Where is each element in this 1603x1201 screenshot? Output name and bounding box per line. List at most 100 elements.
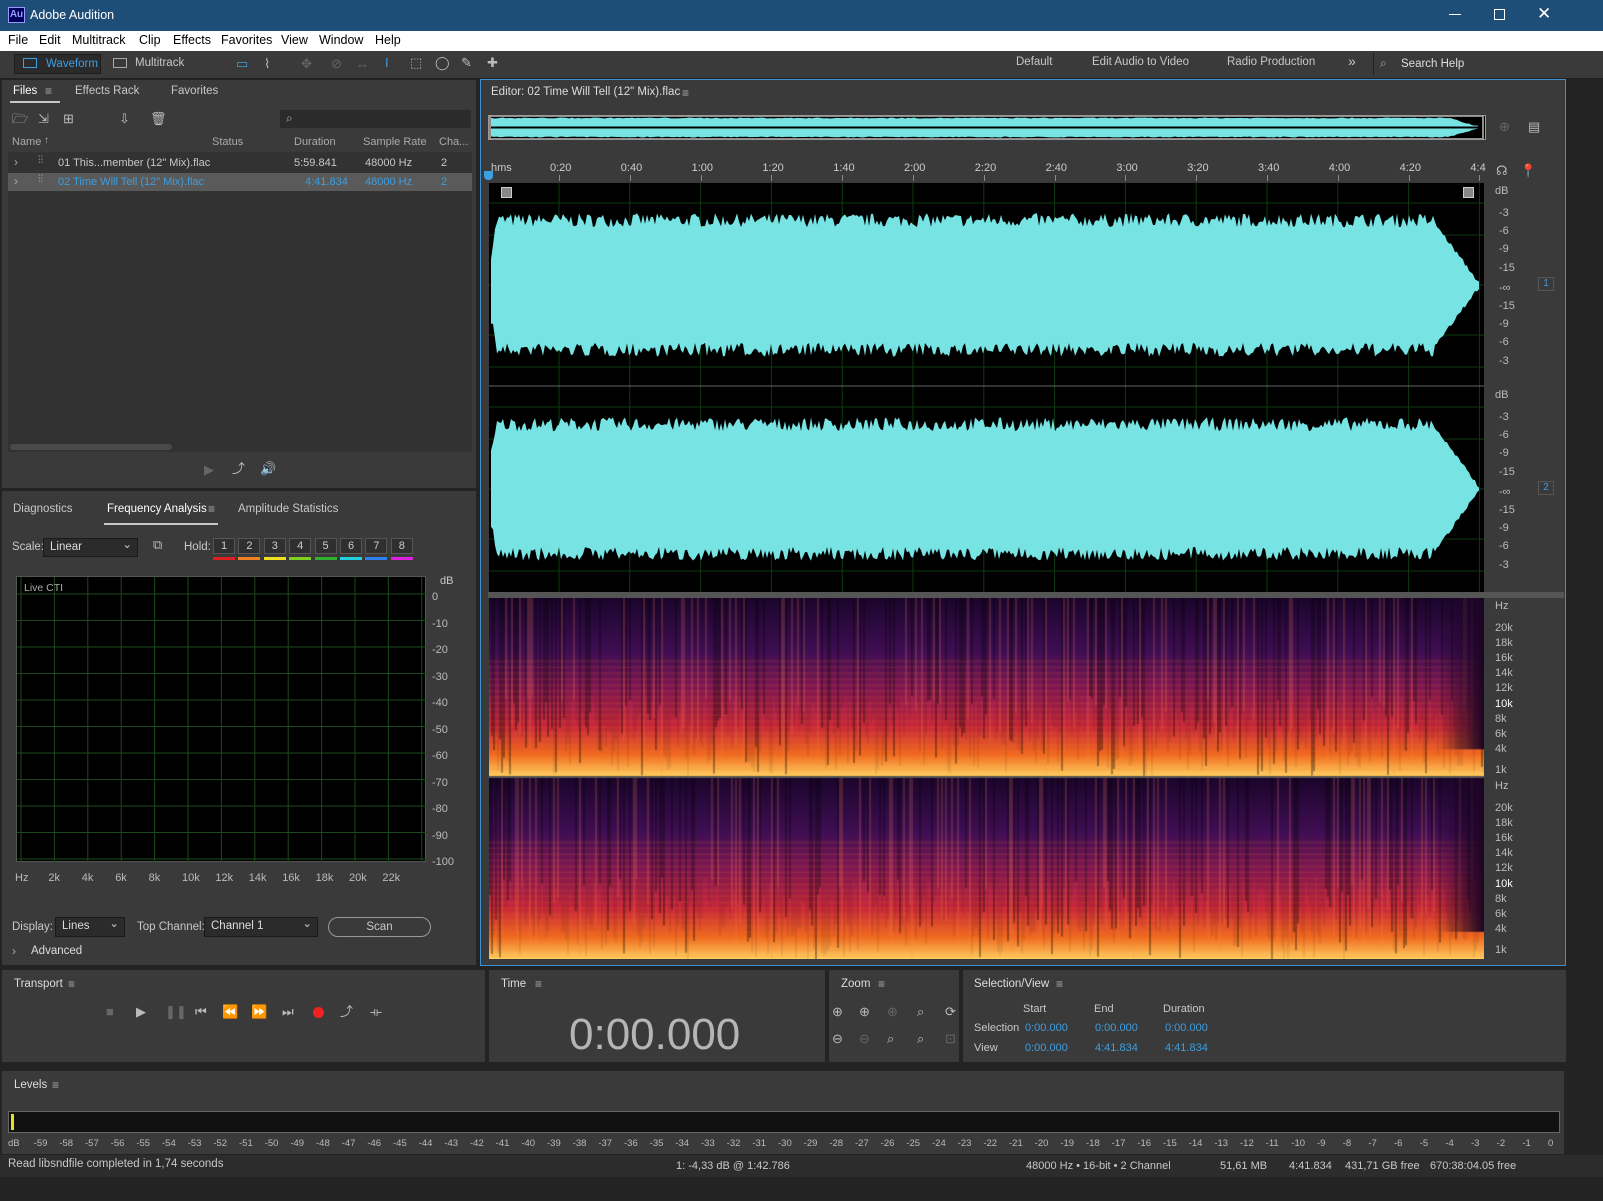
import-file-icon[interactable]: ⇲ xyxy=(38,112,49,126)
playhead-marker[interactable] xyxy=(484,171,493,180)
new-file-icon[interactable]: ⊞ xyxy=(63,112,74,126)
stop-icon[interactable]: ■ xyxy=(106,1005,114,1019)
selection-end[interactable]: 0:00.000 xyxy=(1095,1022,1138,1034)
advanced-label[interactable]: Advanced xyxy=(31,945,82,957)
files-search-input[interactable]: ⌕ xyxy=(280,110,471,128)
panel-menu-icon[interactable]: ≡ xyxy=(45,84,52,98)
skip-selection-icon[interactable]: ⟛ xyxy=(370,1005,382,1019)
zoom-out-amplitude-icon[interactable]: ⊖ xyxy=(832,1032,843,1046)
selection-duration[interactable]: 0:00.000 xyxy=(1165,1022,1208,1034)
scan-button[interactable]: Scan xyxy=(328,917,431,937)
view-start[interactable]: 0:00.000 xyxy=(1025,1042,1068,1054)
hold-button-6[interactable]: 6 xyxy=(340,538,362,554)
tab-diagnostics[interactable]: Diagnostics xyxy=(13,503,72,515)
fade-in-handle[interactable] xyxy=(501,187,512,198)
scale-select[interactable]: Linear xyxy=(43,537,138,557)
rewind-icon[interactable]: ⏪ xyxy=(222,1005,238,1019)
time-selection-icon[interactable]: I xyxy=(385,56,389,70)
horizontal-scrollbar[interactable] xyxy=(10,444,172,450)
loop-icon[interactable]: ⤴ xyxy=(232,462,245,476)
hold-button-4[interactable]: 4 xyxy=(289,538,312,554)
pitch-view-icon[interactable]: ⌇ xyxy=(264,57,270,71)
display-select[interactable]: Lines xyxy=(55,916,125,937)
overview-menu-icon[interactable]: ▤ xyxy=(1528,120,1540,134)
hold-button-1[interactable]: 1 xyxy=(213,538,235,554)
zoom-out-point-icon[interactable]: ⌕ xyxy=(887,1032,894,1046)
expand-icon[interactable]: › xyxy=(14,174,18,188)
menu-multitrack[interactable]: Multitrack xyxy=(72,33,125,47)
menu-effects[interactable]: Effects xyxy=(173,33,211,47)
menu-favorites[interactable]: Favorites xyxy=(221,33,272,47)
play-icon[interactable]: ▶ xyxy=(204,463,214,477)
close-icon[interactable]: ✕ xyxy=(1537,4,1551,24)
delete-file-icon[interactable]: 🗑 xyxy=(150,112,167,126)
zoom-reset-icon[interactable]: ⟳ xyxy=(945,1005,956,1019)
spot-healing-icon[interactable]: ✚ xyxy=(487,56,498,70)
loop-playback-icon[interactable]: ⤴ xyxy=(340,1005,353,1019)
fast-forward-icon[interactable]: ⏩ xyxy=(251,1005,267,1019)
copy-graph-icon[interactable]: ⧉ xyxy=(153,538,162,552)
panel-menu-icon[interactable]: ≡ xyxy=(68,977,75,991)
view-end[interactable]: 4:41.834 xyxy=(1095,1042,1138,1054)
zoom-fit-icon[interactable]: ⊡ xyxy=(945,1032,956,1046)
zoom-to-selection-icon[interactable]: ⊕ xyxy=(887,1005,898,1019)
tab-effects-rack[interactable]: Effects Rack xyxy=(75,85,139,97)
advanced-chevron-icon[interactable]: › xyxy=(12,944,16,958)
search-help-field[interactable]: ⌕ Search Help xyxy=(1373,53,1561,75)
table-row[interactable]: › ⫶⫶ 01 This...member (12" Mix).flac 5:5… xyxy=(8,154,472,172)
more-workspaces-icon[interactable]: » xyxy=(1348,53,1356,69)
spectral-view-icon[interactable]: ▭ xyxy=(236,57,248,71)
column-channels[interactable]: Cha... xyxy=(439,136,468,148)
hold-button-2[interactable]: 2 xyxy=(238,538,261,554)
selection-start[interactable]: 0:00.000 xyxy=(1025,1022,1068,1034)
menu-edit[interactable]: Edit xyxy=(39,33,61,47)
waveform-display[interactable] xyxy=(489,183,1484,592)
marquee-icon[interactable]: ⬚ xyxy=(410,56,422,70)
tab-favorites[interactable]: Favorites xyxy=(171,85,218,97)
zoom-out-time-icon[interactable]: ⊖ xyxy=(859,1032,870,1046)
panel-menu-icon[interactable]: ≡ xyxy=(208,502,215,516)
spectral-display[interactable] xyxy=(489,598,1484,959)
menu-help[interactable]: Help xyxy=(375,33,401,47)
zoom-to-selection-icon[interactable]: ⊕ xyxy=(1499,120,1510,134)
view-duration[interactable]: 4:41.834 xyxy=(1165,1042,1208,1054)
maximize-icon[interactable] xyxy=(1494,9,1505,20)
skip-to-start-icon[interactable]: ⏮ xyxy=(195,1005,207,1019)
column-name[interactable]: Name xyxy=(12,136,41,148)
panel-menu-icon[interactable]: ≡ xyxy=(682,86,689,100)
table-row[interactable]: › ⫶⫶ 02 Time Will Tell (12" Mix).flac 4:… xyxy=(8,173,472,191)
hold-button-7[interactable]: 7 xyxy=(365,538,388,554)
menu-file[interactable]: File xyxy=(8,33,28,47)
panel-menu-icon[interactable]: ≡ xyxy=(878,977,885,991)
move-tool-icon[interactable]: ✥ xyxy=(301,57,312,71)
workspace-default[interactable]: Default xyxy=(1016,56,1052,68)
menu-view[interactable]: View xyxy=(281,33,308,47)
razor-tool-icon[interactable]: ⊘ xyxy=(331,57,342,71)
hold-button-8[interactable]: 8 xyxy=(390,538,413,554)
lasso-icon[interactable]: ◯ xyxy=(435,56,450,70)
workspace-edit-audio-to-video[interactable]: Edit Audio to Video xyxy=(1092,56,1189,68)
waveform-view-button[interactable]: Waveform xyxy=(14,54,101,74)
zoom-out-full-icon[interactable]: ⌕ xyxy=(917,1032,924,1046)
column-sample-rate[interactable]: Sample Rate xyxy=(363,136,427,148)
panel-menu-icon[interactable]: ≡ xyxy=(52,1078,59,1092)
skip-to-end-icon[interactable]: ⏭ xyxy=(282,1005,294,1019)
tab-files[interactable]: Files xyxy=(13,85,37,97)
autoplay-icon[interactable]: 🔊 xyxy=(260,462,276,476)
overview-navigator[interactable] xyxy=(488,115,1486,140)
play-icon[interactable]: ▶ xyxy=(136,1005,146,1019)
hold-button-5[interactable]: 5 xyxy=(314,538,337,554)
headphones-icon[interactable]: ☊ xyxy=(1496,164,1508,178)
column-duration[interactable]: Duration xyxy=(294,136,336,148)
save-file-icon[interactable]: ⇩ xyxy=(119,112,130,126)
workspace-radio-production[interactable]: Radio Production xyxy=(1227,56,1315,68)
tab-amplitude-statistics[interactable]: Amplitude Statistics xyxy=(238,503,338,515)
timeline-ruler[interactable]: hms 0:20 0:40 1:00 1:20 1:40 2:00 2:20 2:40 3:00… xyxy=(484,159,1486,181)
panel-menu-icon[interactable]: ≡ xyxy=(535,977,542,991)
top-channel-select[interactable]: Channel 1 xyxy=(204,916,318,937)
slip-tool-icon[interactable]: ↔ xyxy=(356,57,369,71)
pause-icon[interactable]: ❚❚ xyxy=(165,1005,187,1019)
zoom-in-amplitude-icon[interactable]: ⊕ xyxy=(832,1005,843,1019)
open-file-icon[interactable]: 🗁 xyxy=(12,112,28,126)
brush-icon[interactable]: ✎ xyxy=(461,56,472,70)
